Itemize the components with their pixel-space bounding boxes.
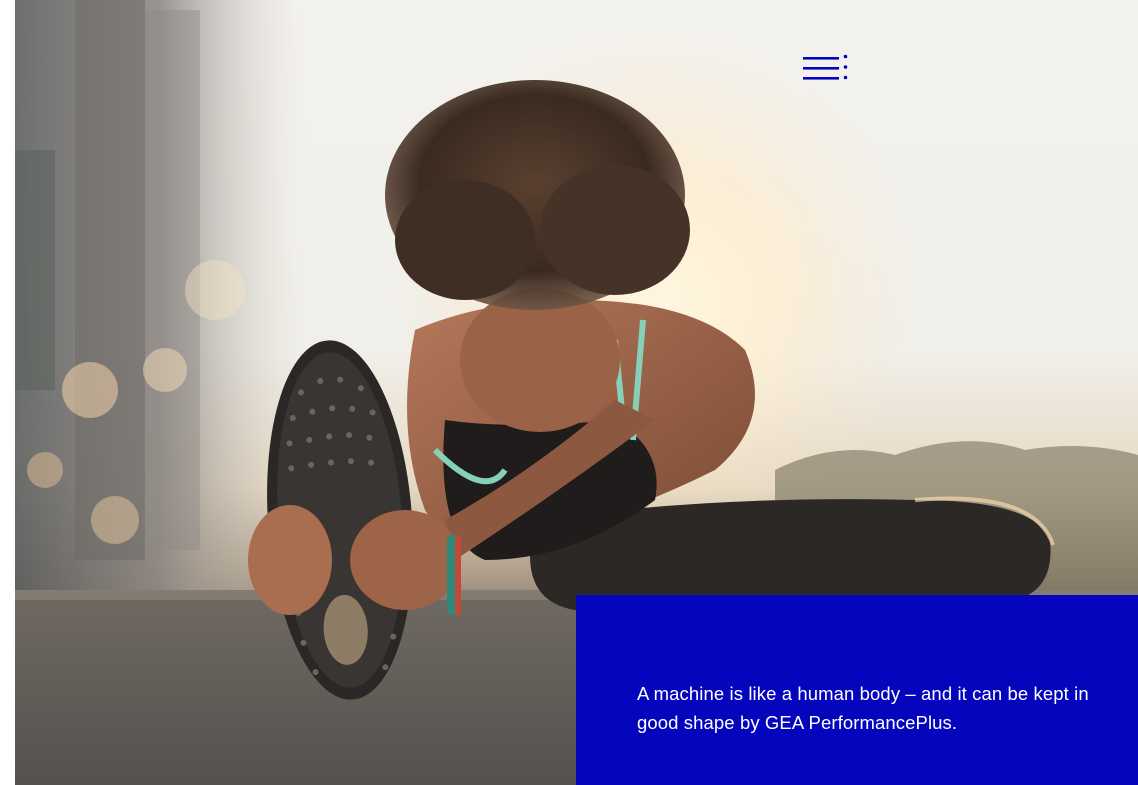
tagline-panel: A machine is like a human body – and it … — [576, 595, 1138, 785]
page: A machine is like a human body – and it … — [0, 0, 1138, 785]
menu-icon — [803, 54, 848, 80]
tagline-text: A machine is like a human body – and it … — [637, 683, 1089, 733]
menu-button[interactable] — [803, 53, 851, 83]
